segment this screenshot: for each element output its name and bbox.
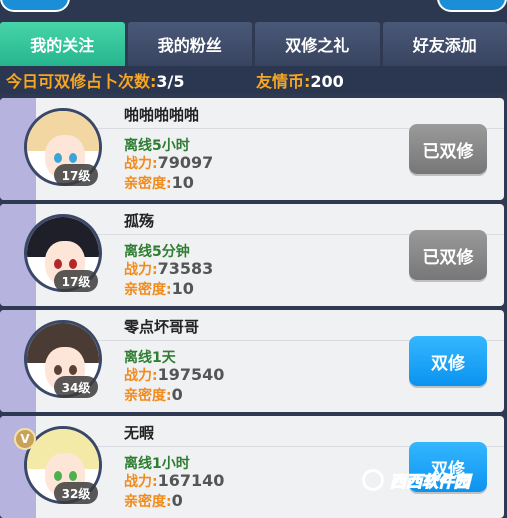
tab-bar: 我的关注 我的粉丝 双修之礼 好友添加	[0, 22, 507, 66]
friend-name: 啪啪啪啪啪	[124, 106, 200, 124]
avatar-eye	[54, 365, 62, 375]
level-badge: 17级	[54, 270, 98, 292]
power-label: 战力:	[124, 262, 158, 278]
coin-label: 友情币:	[256, 72, 311, 91]
online-status: 离线5分钟	[124, 244, 190, 260]
info-bar: 今日可双修占卜次数:3/5 友情币:200	[0, 66, 507, 94]
power-label: 战力:	[124, 156, 158, 172]
power-stat: 战力:167140	[124, 471, 224, 491]
coin-info: 友情币:200	[256, 68, 344, 92]
intimacy-value: 0	[171, 385, 183, 404]
level-badge: 34级	[54, 376, 98, 398]
intimacy-value: 10	[171, 173, 194, 192]
dual-cultivate-button[interactable]: 已双修	[409, 124, 487, 174]
intimacy-label: 亲密度:	[124, 176, 172, 192]
online-status: 离线1小时	[124, 456, 190, 472]
vip-badge-icon: V	[14, 428, 36, 450]
friend-card: 34级 零点坏哥哥 离线1天 战力:197540 亲密度:0 双修	[0, 310, 504, 412]
power-value: 167140	[157, 471, 225, 490]
intimacy-stat: 亲密度:0	[124, 491, 183, 511]
tab-fans[interactable]: 我的粉丝	[127, 22, 252, 66]
top-strip	[0, 0, 507, 22]
tab-dual-gift[interactable]: 双修之礼	[255, 22, 380, 66]
intimacy-label: 亲密度:	[124, 494, 172, 510]
intimacy-label: 亲密度:	[124, 282, 172, 298]
avatar-eye	[69, 471, 77, 481]
level-badge: 32级	[54, 482, 98, 504]
power-stat: 战力:73583	[124, 259, 213, 279]
top-left-button[interactable]	[0, 0, 70, 12]
power-value: 197540	[157, 365, 225, 384]
intimacy-value: 10	[171, 279, 194, 298]
power-value: 73583	[157, 259, 214, 278]
friend-name: 零点坏哥哥	[124, 318, 200, 336]
tab-add-friend[interactable]: 好友添加	[382, 22, 507, 66]
friend-name: 孤殇	[124, 212, 155, 230]
power-label: 战力:	[124, 368, 158, 384]
quota-label: 今日可双修占卜次数:	[6, 72, 157, 91]
online-status: 离线5小时	[124, 138, 190, 154]
friend-card: 17级 啪啪啪啪啪 离线5小时 战力:79097 亲密度:10 已双修	[0, 98, 504, 200]
intimacy-value: 0	[171, 491, 183, 510]
friend-card: 17级 孤殇 离线5分钟 战力:73583 亲密度:10 已双修	[0, 204, 504, 306]
intimacy-stat: 亲密度:10	[124, 173, 194, 193]
power-value: 79097	[157, 153, 214, 172]
power-stat: 战力:79097	[124, 153, 213, 173]
tab-following[interactable]: 我的关注	[0, 22, 125, 66]
dual-cultivate-button[interactable]: 已双修	[409, 230, 487, 280]
quota-info: 今日可双修占卜次数:3/5	[6, 68, 185, 92]
avatar-eye	[69, 153, 77, 163]
watermark-logo-icon	[362, 469, 384, 491]
watermark-text: 西西软件园	[389, 472, 471, 492]
watermark: 西西软件园	[362, 465, 507, 495]
level-badge: 17级	[54, 164, 98, 186]
avatar-eye	[54, 259, 62, 269]
top-right-button[interactable]	[437, 0, 507, 12]
coin-value: 200	[310, 72, 344, 91]
power-stat: 战力:197540	[124, 365, 224, 385]
quota-value: 3/5	[156, 72, 185, 91]
intimacy-stat: 亲密度:10	[124, 279, 194, 299]
intimacy-label: 亲密度:	[124, 388, 172, 404]
power-label: 战力:	[124, 474, 158, 490]
online-status: 离线1天	[124, 350, 176, 366]
avatar-eye	[69, 365, 77, 375]
avatar-eye	[54, 471, 62, 481]
dual-cultivate-button[interactable]: 双修	[409, 336, 487, 386]
avatar-eye	[54, 153, 62, 163]
avatar-eye	[69, 259, 77, 269]
intimacy-stat: 亲密度:0	[124, 385, 183, 405]
friend-name: 无暇	[124, 424, 155, 442]
